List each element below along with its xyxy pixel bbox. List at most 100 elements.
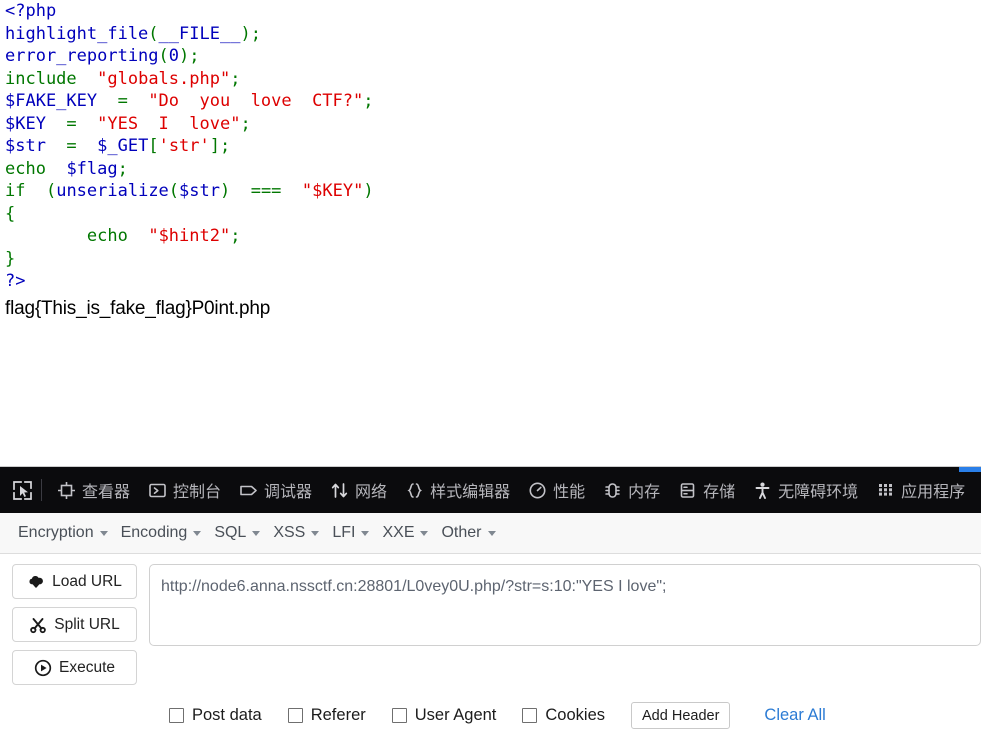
code-token: $str xyxy=(179,181,220,201)
devtools-tab-debugger[interactable]: 调试器 xyxy=(230,467,321,513)
memory-icon xyxy=(603,481,622,500)
inspector-icon xyxy=(57,481,76,500)
tab-label: 存储 xyxy=(703,482,736,501)
code-line: error_reporting(0); xyxy=(5,45,981,68)
code-token: ( xyxy=(25,181,57,201)
menu-label: LFI xyxy=(332,524,356,541)
console-icon xyxy=(148,481,167,500)
code-line: } xyxy=(5,248,981,271)
checkbox-box[interactable] xyxy=(522,708,538,723)
load-url-button[interactable]: Load URL xyxy=(12,564,137,599)
code-token: = xyxy=(45,136,98,156)
hackbar-menu-encryption[interactable]: Encryption xyxy=(18,520,121,546)
checkbox-cookies[interactable]: Cookies xyxy=(522,706,605,725)
code-token: 'str' xyxy=(158,136,210,156)
code-line: <?php xyxy=(5,0,981,23)
code-token: ) xyxy=(363,181,374,201)
chevron-down-icon xyxy=(252,530,261,536)
code-token: ) xyxy=(240,23,251,44)
devtools-tab-accessibility[interactable]: 无障碍环境 xyxy=(744,467,867,513)
code-token: ) xyxy=(179,46,190,66)
checkbox-box[interactable] xyxy=(391,708,407,723)
code-token: __FILE__ xyxy=(158,23,241,44)
clear-all-link[interactable]: Clear All xyxy=(764,706,825,725)
url-input[interactable] xyxy=(149,564,981,646)
storage-icon xyxy=(678,481,697,500)
code-token: "$hint2" xyxy=(148,226,231,246)
code-token: $str xyxy=(5,136,46,156)
devtools-tab-storage[interactable]: 存储 xyxy=(669,467,744,513)
menu-label: XSS xyxy=(273,524,306,541)
checkbox-referer[interactable]: Referer xyxy=(287,706,366,725)
tab-label: 控制台 xyxy=(173,482,222,501)
flag-output-text: flag{This_is_fake_flag}P0int.php xyxy=(5,297,271,319)
button-label: Load URL xyxy=(52,572,122,590)
code-line: $KEY = "YES I love"; xyxy=(5,113,981,136)
chevron-down-icon xyxy=(420,530,429,536)
checkbox-label: User Agent xyxy=(414,706,497,724)
devtools-tab-style-editor[interactable]: 样式编辑器 xyxy=(396,467,519,513)
hackbar-menu-xss[interactable]: XSS xyxy=(273,520,332,546)
chevron-down-icon xyxy=(99,530,108,536)
hackbar-menu-sql[interactable]: SQL xyxy=(214,520,273,546)
code-token: $_GET xyxy=(97,136,149,156)
code-token: ; xyxy=(363,91,374,111)
hackbar-panel: Encryption Encoding SQL XSS LFI XXE Othe… xyxy=(0,513,981,729)
code-token: unserialize xyxy=(56,181,169,201)
tab-label: 调试器 xyxy=(264,482,313,501)
code-token: "$KEY" xyxy=(301,181,364,201)
tab-label: 网络 xyxy=(355,482,388,501)
network-icon xyxy=(330,481,349,500)
menu-label: Other xyxy=(441,524,482,541)
code-token: = xyxy=(97,91,149,111)
hackbar-menu-xxe[interactable]: XXE xyxy=(382,520,441,546)
code-token: ?> xyxy=(5,271,26,291)
code-line: include "globals.php"; xyxy=(5,68,981,91)
split-url-button[interactable]: Split URL xyxy=(12,607,137,642)
accessibility-icon xyxy=(753,481,772,500)
php-source-listing: <?php highlight_file(__FILE__); error_repo… xyxy=(0,0,981,293)
add-header-button[interactable]: Add Header xyxy=(631,702,731,729)
checkbox-box[interactable] xyxy=(287,708,303,723)
code-token: ; xyxy=(230,68,241,89)
hackbar-menu-other[interactable]: Other xyxy=(441,520,508,546)
devtools-tab-memory[interactable]: 内存 xyxy=(594,467,669,513)
code-line: ?> xyxy=(5,270,981,293)
chevron-down-icon xyxy=(311,530,320,536)
element-picker-icon[interactable] xyxy=(7,475,37,505)
devtools-toolbar: 查看器 控制台 调试器 网络 样式编辑器 性能 内存 存储 无障碍环境 应用程序 xyxy=(0,467,981,513)
code-token: include xyxy=(5,68,77,89)
code-token: ; xyxy=(240,113,251,134)
menu-label: Encryption xyxy=(18,524,94,541)
checkbox-post-data[interactable]: Post data xyxy=(169,706,262,725)
tab-label: 无障碍环境 xyxy=(778,482,859,501)
hackbar-menubar: Encryption Encoding SQL XSS LFI XXE Othe… xyxy=(0,513,981,554)
code-line: if (unserialize($str) === "$KEY") xyxy=(5,180,981,203)
code-token: ; xyxy=(250,23,261,44)
code-token: echo xyxy=(86,226,128,246)
checkbox-box[interactable] xyxy=(169,708,184,723)
chevron-down-icon xyxy=(487,530,496,536)
button-label: Split URL xyxy=(54,615,120,633)
devtools-tab-console[interactable]: 控制台 xyxy=(139,467,230,513)
chevron-down-icon xyxy=(361,530,370,536)
checkbox-label: Referer xyxy=(310,706,366,724)
tab-label: 样式编辑器 xyxy=(430,482,511,501)
hackbar-menu-lfi[interactable]: LFI xyxy=(332,520,382,546)
code-line: echo "$hint2"; xyxy=(5,225,981,248)
code-token: { xyxy=(5,203,16,224)
checkbox-user-agent[interactable]: User Agent xyxy=(391,706,497,725)
code-line: { xyxy=(5,203,981,226)
devtools-tab-performance[interactable]: 性能 xyxy=(519,467,594,513)
devtools-tab-network[interactable]: 网络 xyxy=(321,467,396,513)
code-token: "globals.php" xyxy=(97,68,231,89)
devtools-tab-application[interactable]: 应用程序 xyxy=(867,467,974,513)
code-token: highlight_file xyxy=(5,23,149,44)
hackbar-menu-encoding[interactable]: Encoding xyxy=(121,520,215,546)
code-token: ] xyxy=(209,136,221,156)
scissors-icon xyxy=(29,616,47,634)
execute-button[interactable]: Execute xyxy=(12,650,137,685)
code-line: highlight_file(__FILE__); xyxy=(5,23,981,46)
devtools-tab-inspector[interactable]: 查看器 xyxy=(48,467,139,513)
